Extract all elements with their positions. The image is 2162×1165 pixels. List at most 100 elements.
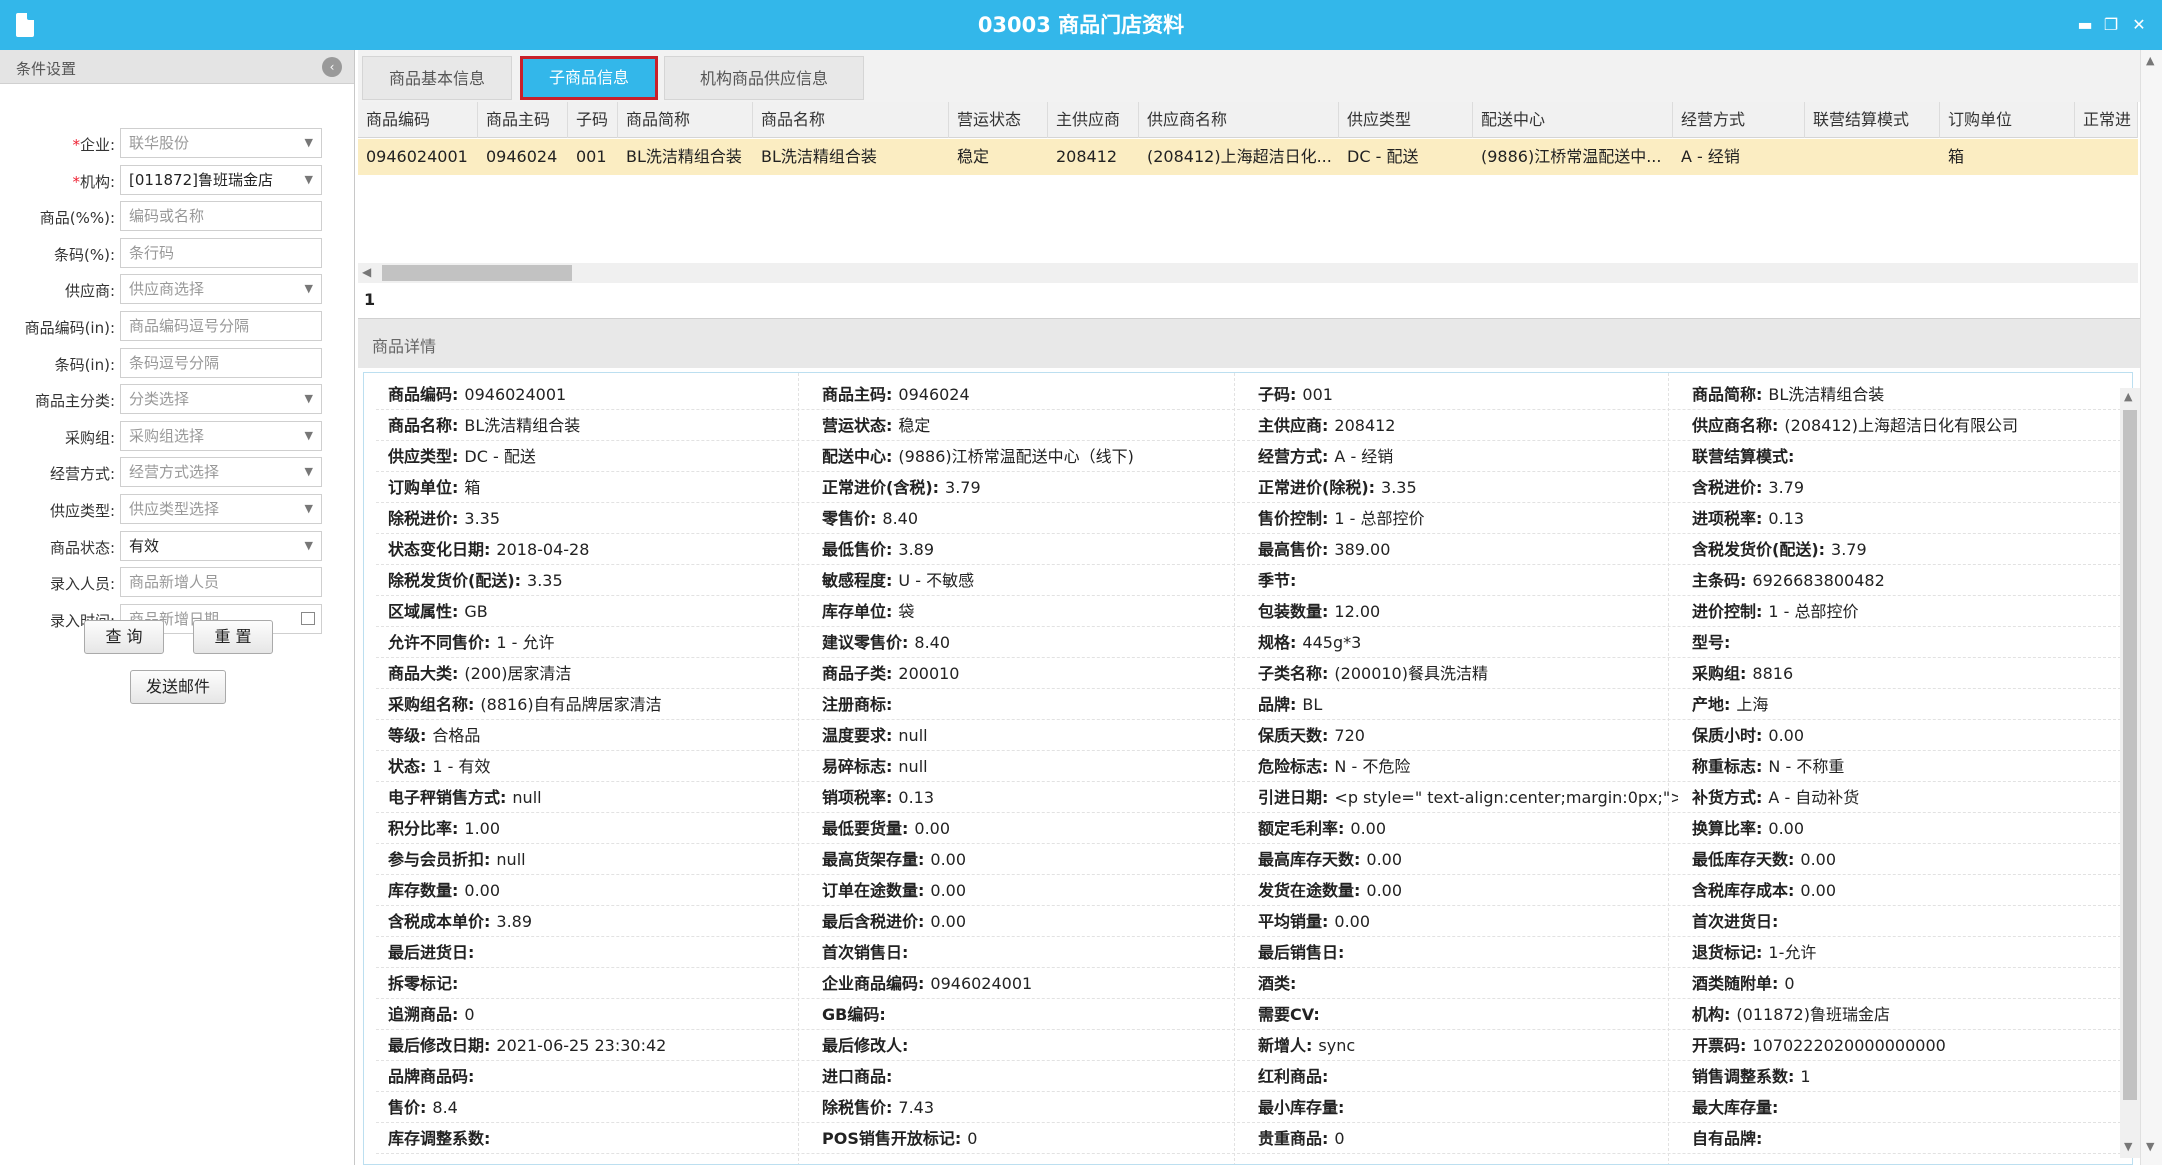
detail-row: 商品名称: BL洗洁精组合装 营运状态: 稳定 主供应商: 208412 供应商名称: (20… bbox=[376, 410, 2121, 441]
field-label: 拆零标记: bbox=[388, 974, 459, 993]
detail-field: 除税售价: 7.43 bbox=[822, 1092, 1242, 1123]
field-value: 3.79 bbox=[1768, 478, 1805, 497]
column-header[interactable]: 配送中心 bbox=[1473, 102, 1673, 138]
window-vertical-scrollbar[interactable]: ▲ ▼ bbox=[2140, 50, 2162, 1165]
field-value: A - 经销 bbox=[1334, 447, 1394, 466]
column-header[interactable]: 供应类型 bbox=[1339, 102, 1473, 138]
detail-row: 拆零标记: 企业商品编码: 0946024001 酒类: 酒类随附单: 0 bbox=[376, 968, 2121, 999]
detail-field: 包装数量: 12.00 bbox=[1258, 596, 1678, 627]
filter-input[interactable]: 商品新增人员 bbox=[120, 567, 322, 598]
detail-field: GB编码: bbox=[822, 999, 1242, 1030]
send-email-button[interactable]: 发送邮件 bbox=[130, 670, 226, 704]
tab-basic-info[interactable]: 商品基本信息 bbox=[362, 56, 512, 100]
column-header[interactable]: 商品简称 bbox=[618, 102, 753, 138]
filter-value: 采购组选择 bbox=[129, 426, 205, 445]
field-value: 389.00 bbox=[1334, 540, 1391, 559]
column-header[interactable]: 联营结算模式 bbox=[1805, 102, 1940, 138]
table-row[interactable]: 0946024001 0946024 001 BL洗洁精组合装 BL洗洁精组合装 稳定 20… bbox=[358, 139, 2138, 175]
filter-select[interactable]: 有效 ▼ bbox=[120, 530, 322, 561]
calendar-icon[interactable] bbox=[301, 611, 315, 625]
filter-select[interactable]: 联华股份 ▼ bbox=[120, 128, 322, 158]
filter-input[interactable]: 条行码 bbox=[120, 237, 322, 268]
field-label: 除税发货价(配送): bbox=[388, 571, 522, 590]
filter-row: 条码(%): 条行码 bbox=[0, 237, 355, 268]
detail-field: 经营方式: A - 经销 bbox=[1258, 441, 1678, 472]
column-header[interactable]: 经营方式 bbox=[1673, 102, 1805, 138]
reset-button[interactable]: 重 置 bbox=[193, 620, 273, 654]
field-label: 状态: bbox=[388, 757, 427, 776]
column-header[interactable]: 子码 bbox=[568, 102, 618, 138]
scroll-left-icon[interactable]: ◀ bbox=[362, 265, 371, 279]
page-number[interactable]: 1 bbox=[364, 290, 375, 309]
filter-select[interactable]: [011872]鲁班瑞金店 ▼ bbox=[120, 164, 322, 195]
filter-select[interactable]: 分类选择 ▼ bbox=[120, 384, 322, 415]
column-header[interactable]: 订购单位 bbox=[1940, 102, 2075, 138]
chevron-down-icon[interactable]: ▼ bbox=[305, 129, 313, 157]
chevron-down-icon[interactable]: ▼ bbox=[305, 275, 313, 303]
detail-field: 温度要求: null bbox=[822, 720, 1242, 751]
scrollbar-thumb[interactable] bbox=[2123, 410, 2137, 1100]
field-label: 敏感程度: bbox=[822, 571, 893, 590]
field-label: 额定毛利率: bbox=[1258, 819, 1345, 838]
detail-field: 库存调整系数: bbox=[388, 1123, 808, 1154]
field-label: 库存调整系数: bbox=[388, 1129, 491, 1148]
tab-sub-product-info[interactable]: 子商品信息 bbox=[520, 56, 658, 100]
detail-field: 采购组名称: (8816)自有品牌居家清洁 bbox=[388, 689, 808, 720]
detail-vertical-scrollbar[interactable]: ▲ ▼ bbox=[2120, 388, 2140, 1158]
query-button[interactable]: 查 询 bbox=[84, 620, 164, 654]
scroll-up-icon[interactable]: ▲ bbox=[2124, 390, 2132, 403]
filter-row: 录入时间: 商品新增日期 bbox=[0, 603, 355, 634]
filter-select[interactable]: 采购组选择 ▼ bbox=[120, 420, 322, 451]
scroll-up-icon[interactable]: ▲ bbox=[2146, 54, 2154, 67]
filter-value: 条码逗号分隔 bbox=[129, 353, 220, 372]
filter-select[interactable]: 供应商选择 ▼ bbox=[120, 274, 322, 305]
column-header[interactable]: 商品编码 bbox=[358, 102, 478, 138]
chevron-down-icon[interactable]: ▼ bbox=[305, 166, 313, 194]
filter-label-text: 经营方式: bbox=[49, 465, 115, 484]
field-label: 正常进价(含税): bbox=[822, 478, 940, 497]
chevron-down-icon[interactable]: ▼ bbox=[305, 458, 313, 486]
detail-field: 易碎标志: null bbox=[822, 751, 1242, 782]
field-value: BL bbox=[1302, 695, 1323, 714]
field-value: 8.40 bbox=[882, 509, 919, 528]
filter-input[interactable]: 商品编码逗号分隔 bbox=[120, 311, 322, 341]
chevron-down-icon[interactable]: ▼ bbox=[305, 422, 313, 450]
filter-label: 商品状态: bbox=[0, 537, 115, 558]
column-header[interactable]: 正常进 bbox=[2075, 102, 2138, 138]
chevron-down-icon[interactable]: ▼ bbox=[305, 495, 313, 523]
horizontal-scrollbar[interactable]: ◀ bbox=[358, 263, 2138, 283]
chevron-down-icon[interactable]: ▼ bbox=[305, 385, 313, 413]
filter-select[interactable]: 经营方式选择 ▼ bbox=[120, 457, 322, 488]
close-icon[interactable]: ✕ bbox=[2128, 14, 2150, 36]
scroll-down-icon[interactable]: ▼ bbox=[2124, 1140, 2132, 1153]
filter-label-text: 采购组: bbox=[64, 428, 115, 447]
minimize-icon[interactable]: ▬ bbox=[2074, 14, 2096, 36]
field-value: 0.13 bbox=[898, 788, 935, 807]
field-value: 1 - 允许 bbox=[496, 633, 555, 652]
column-header[interactable]: 商品主码 bbox=[478, 102, 568, 138]
column-header[interactable]: 营运状态 bbox=[949, 102, 1048, 138]
field-label: 进口商品: bbox=[822, 1067, 893, 1086]
collapse-icon[interactable]: ‹ bbox=[322, 57, 342, 77]
column-header[interactable]: 主供应商 bbox=[1048, 102, 1139, 138]
detail-field: 品牌: BL bbox=[1258, 689, 1678, 720]
filter-input[interactable]: 条码逗号分隔 bbox=[120, 347, 322, 378]
table-cell: (9886)江桥常温配送中... bbox=[1481, 147, 1662, 166]
scrollbar-thumb[interactable] bbox=[382, 265, 572, 281]
chevron-down-icon[interactable]: ▼ bbox=[305, 532, 313, 560]
filter-select[interactable]: 供应类型选择 ▼ bbox=[120, 494, 322, 524]
filter-input[interactable]: 编码或名称 bbox=[120, 201, 322, 232]
field-value: 3.89 bbox=[496, 912, 533, 931]
field-label: POS销售开放标记: bbox=[822, 1129, 962, 1148]
column-header[interactable]: 商品名称 bbox=[753, 102, 949, 138]
tab-supply-info[interactable]: 机构商品供应信息 bbox=[664, 56, 864, 100]
table-cell bbox=[1805, 139, 1940, 175]
table-cell: 箱 bbox=[1948, 147, 1965, 166]
restore-icon[interactable]: ❐ bbox=[2100, 14, 2122, 36]
field-label: 营运状态: bbox=[822, 416, 893, 435]
column-header[interactable]: 供应商名称 bbox=[1139, 102, 1339, 138]
field-label: 商品主码: bbox=[822, 385, 893, 404]
detail-field: 企业商品编码: 0946024001 bbox=[822, 968, 1242, 999]
field-label: 最后修改日期: bbox=[388, 1036, 491, 1055]
scroll-down-icon[interactable]: ▼ bbox=[2146, 1140, 2154, 1153]
